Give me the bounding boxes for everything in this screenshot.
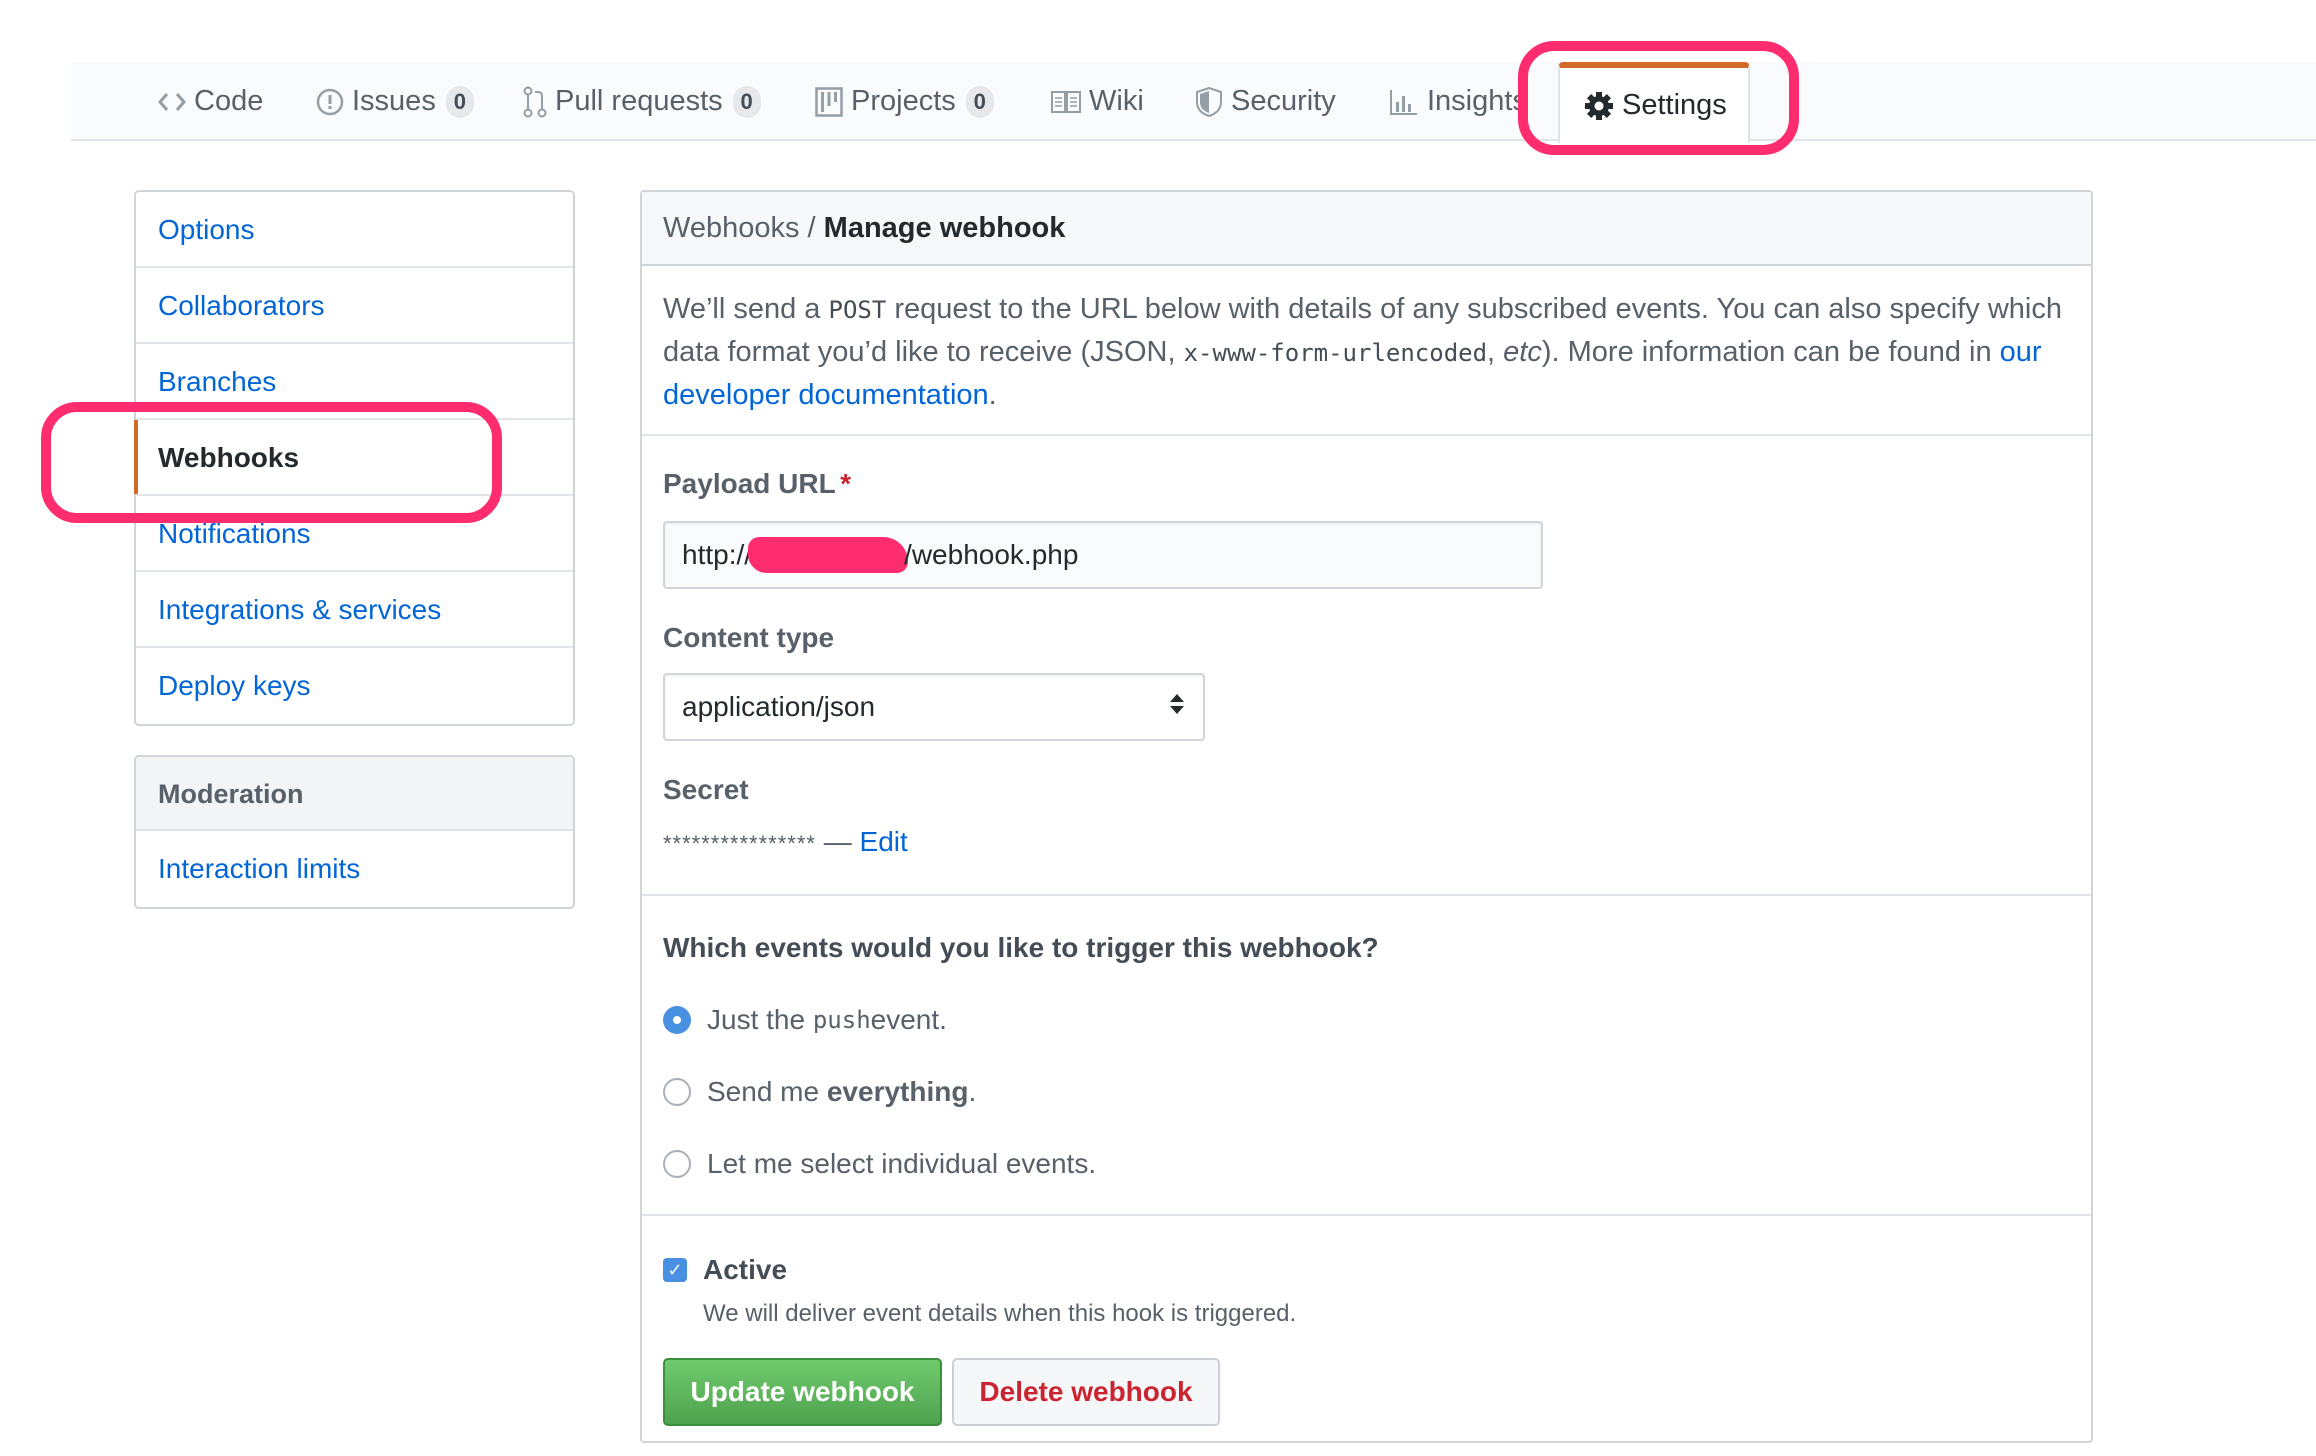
sidebar-item-webhooks[interactable]: Webhooks bbox=[134, 420, 573, 496]
sidebar-item-interaction-limits[interactable]: Interaction limits bbox=[136, 831, 573, 907]
radio-button[interactable] bbox=[663, 1150, 691, 1178]
sidebar-item-branches[interactable]: Branches bbox=[136, 344, 573, 420]
tab-code[interactable]: Code bbox=[158, 62, 263, 141]
manage-webhook-panel: Webhooks / Manage webhook We’ll send a P… bbox=[640, 190, 2093, 1443]
payload-url-input[interactable]: http:// /webhook.php bbox=[663, 521, 1543, 589]
tab-label: Wiki bbox=[1089, 85, 1144, 117]
radio-label: Send me bbox=[707, 1076, 820, 1107]
moderation-menu: Moderation Interaction limits bbox=[134, 755, 575, 909]
required-asterisk: * bbox=[840, 468, 852, 499]
edit-secret-link[interactable]: Edit bbox=[860, 826, 908, 857]
gear-icon bbox=[1584, 91, 1614, 121]
tab-label: Insights bbox=[1427, 85, 1527, 117]
trigger-events-section: Which events would you like to trigger t… bbox=[642, 896, 2091, 1216]
radio-label: event. bbox=[870, 1004, 947, 1035]
pull-requests-count: 0 bbox=[732, 85, 761, 118]
intro-text: ). More information can be found in bbox=[1541, 336, 2000, 368]
radio-button-checked[interactable] bbox=[663, 1006, 691, 1034]
tab-security[interactable]: Security bbox=[1195, 62, 1336, 141]
page-title: Manage webhook bbox=[823, 212, 1066, 244]
active-note: We will deliver event details when this … bbox=[703, 1300, 1297, 1327]
breadcrumb-webhooks-link[interactable]: Webhooks bbox=[663, 212, 800, 244]
secret-dash: — bbox=[815, 826, 860, 857]
payload-url-label-text: Payload URL bbox=[663, 468, 836, 499]
tab-settings[interactable]: Settings bbox=[1558, 62, 1750, 143]
active-checkbox[interactable]: ✓ bbox=[663, 1258, 687, 1282]
intro-code-post: POST bbox=[828, 296, 887, 324]
radio-label: Let me select individual events. bbox=[707, 1148, 1097, 1179]
sidebar-item-collaborators[interactable]: Collaborators bbox=[136, 268, 573, 344]
tab-wiki[interactable]: Wiki bbox=[1051, 62, 1144, 141]
tab-label: Issues bbox=[352, 85, 436, 117]
webhook-intro-text: We’ll send a POST request to the URL bel… bbox=[642, 266, 2091, 436]
webhook-config-section: Payload URL * http:// /webhook.php Conten… bbox=[642, 436, 2091, 896]
payload-url-label: Payload URL * bbox=[663, 468, 851, 500]
radio-select-individual[interactable]: Let me select individual events. bbox=[663, 1148, 1096, 1180]
delete-webhook-button[interactable]: Delete webhook bbox=[952, 1358, 1220, 1426]
secret-row: **************** — Edit bbox=[663, 826, 908, 858]
intro-text: We’ll send a bbox=[663, 293, 829, 325]
tab-label: Code bbox=[194, 85, 264, 117]
payload-url-suffix: /webhook.php bbox=[904, 539, 1079, 570]
repo-nav-tabs: Code Issues 0 Pull requests 0 Projects 0… bbox=[71, 62, 2316, 143]
radio-push-event[interactable]: Just the push event. bbox=[663, 1004, 947, 1036]
intro-text-etc: etc bbox=[1503, 336, 1542, 368]
book-icon bbox=[1051, 90, 1081, 114]
tab-pull-requests[interactable]: Pull requests 0 bbox=[523, 62, 761, 141]
sidebar-item-integrations-services[interactable]: Integrations & services bbox=[136, 572, 573, 648]
content-type-label: Content type bbox=[663, 622, 835, 653]
graph-icon bbox=[1389, 88, 1419, 116]
issues-count: 0 bbox=[445, 85, 474, 118]
radio-label: . bbox=[968, 1076, 977, 1107]
content-type-select[interactable]: application/json bbox=[663, 673, 1205, 741]
tab-label: Settings bbox=[1622, 89, 1727, 121]
payload-url-prefix: http:// bbox=[682, 539, 753, 570]
code-icon bbox=[158, 89, 186, 115]
tab-label: Security bbox=[1231, 85, 1336, 117]
intro-text: . bbox=[988, 379, 997, 411]
tab-projects[interactable]: Projects 0 bbox=[815, 62, 994, 141]
select-arrows-icon bbox=[1169, 691, 1185, 723]
intro-text: , bbox=[1487, 336, 1504, 368]
radio-label: Just the bbox=[707, 1004, 806, 1035]
shield-icon bbox=[1195, 86, 1223, 118]
issue-icon bbox=[316, 88, 344, 116]
content-type-value: application/json bbox=[682, 691, 876, 722]
intro-code-urlencoded: x-www-form-urlencoded bbox=[1183, 339, 1488, 367]
radio-label-code: push bbox=[812, 1006, 871, 1034]
sidebar-item-notifications[interactable]: Notifications bbox=[136, 496, 573, 572]
events-question: Which events would you like to trigger t… bbox=[663, 932, 1379, 963]
radio-send-everything[interactable]: Send me everything. bbox=[663, 1076, 976, 1108]
radio-button[interactable] bbox=[663, 1078, 691, 1106]
active-checkbox-row[interactable]: ✓ Active bbox=[663, 1254, 787, 1286]
sidebar-item-options[interactable]: Options bbox=[136, 192, 573, 268]
secret-label: Secret bbox=[663, 774, 749, 805]
moderation-heading: Moderation bbox=[136, 757, 573, 831]
tab-issues[interactable]: Issues 0 bbox=[316, 62, 474, 141]
projects-count: 0 bbox=[965, 85, 994, 118]
tab-label: Projects bbox=[851, 85, 956, 117]
pull-request-icon bbox=[523, 86, 547, 118]
active-label: Active bbox=[703, 1254, 788, 1285]
breadcrumb-separator: / bbox=[799, 212, 824, 244]
tab-label: Pull requests bbox=[555, 85, 723, 117]
breadcrumb: Webhooks / Manage webhook bbox=[642, 192, 2091, 266]
project-icon bbox=[815, 86, 843, 117]
radio-label-bold: everything bbox=[826, 1076, 969, 1107]
settings-sidebar-menu: Options Collaborators Branches Webhooks … bbox=[134, 190, 575, 726]
secret-masked-value: **************** bbox=[663, 831, 816, 856]
update-webhook-button[interactable]: Update webhook bbox=[663, 1358, 942, 1426]
sidebar-item-deploy-keys[interactable]: Deploy keys bbox=[136, 648, 573, 724]
active-section: ✓ Active We will deliver event details w… bbox=[642, 1216, 2091, 1456]
redaction-mark bbox=[748, 537, 909, 573]
